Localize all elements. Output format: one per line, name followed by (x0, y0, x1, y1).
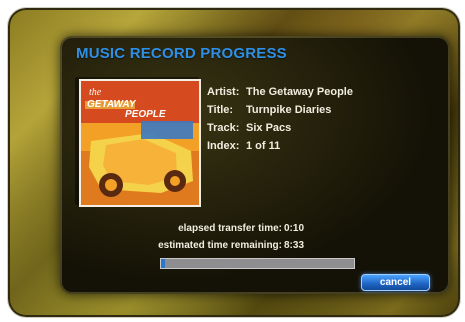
track-value: Six Pacs (246, 122, 292, 134)
elapsed-label: elapsed transfer time: (178, 223, 282, 234)
page-title: MUSIC RECORD PROGRESS (76, 45, 287, 62)
elapsed-value: 0:10 (284, 223, 305, 234)
artist-value: The Getaway People (246, 86, 353, 98)
remaining-value: 8:33 (284, 240, 305, 251)
cover-text-the: the (89, 87, 102, 98)
album-art: the GETAWAY PEOPLE (81, 81, 199, 205)
title-value: Turnpike Diaries (246, 104, 332, 116)
track-label: Track: (207, 122, 240, 134)
cover-text-people: PEOPLE (125, 109, 166, 120)
index-label: Index: (207, 140, 240, 152)
title-label: Title: (207, 104, 234, 116)
progress-fill (161, 259, 165, 268)
transfer-progress-bar (160, 258, 355, 269)
cancel-button[interactable]: cancel (361, 274, 430, 291)
album-cover: the GETAWAY PEOPLE (79, 79, 201, 207)
artist-label: Artist: (207, 86, 240, 98)
index-value: 1 of 11 (246, 140, 281, 152)
remaining-label: estimated time remaining: (158, 240, 282, 251)
